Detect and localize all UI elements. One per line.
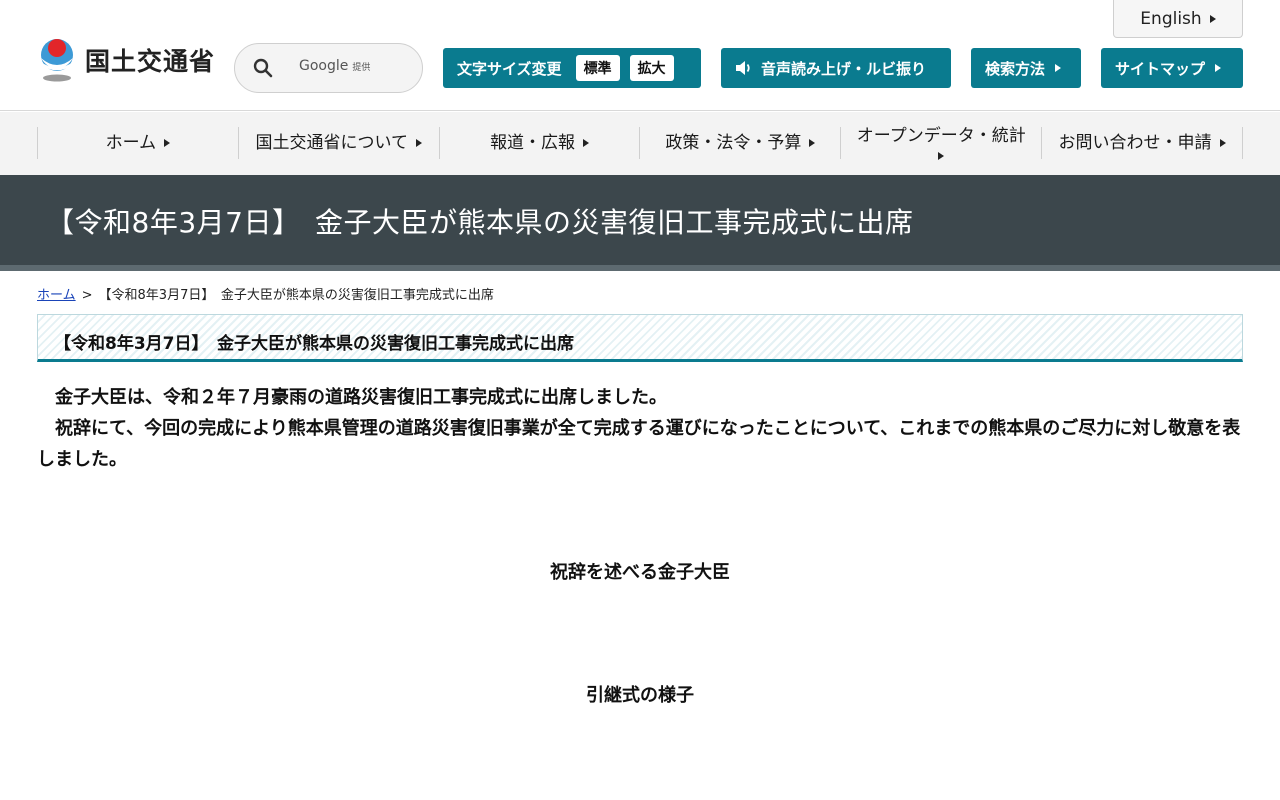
arrow-right-icon: [809, 139, 816, 147]
nav-item-home[interactable]: ホーム: [37, 127, 238, 159]
global-nav-list: ホーム 国土交通省について 報道・広報 政策・法令・予算 オープンデータ・統計 …: [37, 125, 1243, 161]
arrow-right-icon: [1215, 64, 1222, 72]
search-howto-label: 検索方法: [985, 59, 1046, 78]
arrow-right-icon: [1055, 64, 1062, 72]
site-header: English 国土交通省 Google提供 文字サイズ変更 標準 拡大 音声: [0, 0, 1280, 111]
font-size-standard-button[interactable]: 標準: [575, 55, 620, 81]
nav-item-label: 政策・法令・予算: [665, 132, 802, 153]
arrow-right-icon: [1209, 14, 1216, 23]
mlit-logo-icon: [38, 39, 76, 82]
nav-item-about[interactable]: 国土交通省について: [237, 127, 439, 159]
nav-item-policy[interactable]: 政策・法令・予算: [639, 127, 840, 159]
nav-item-contact[interactable]: お問い合わせ・申請: [1041, 127, 1243, 159]
font-size-control: 文字サイズ変更 標準 拡大: [443, 48, 701, 88]
nav-item-press[interactable]: 報道・広報: [438, 127, 640, 159]
photo-caption: 引継式の様子: [586, 685, 694, 706]
search-icon[interactable]: [253, 58, 273, 78]
article-body: 金子大臣は、令和２年７月豪雨の道路災害復旧工事完成式に出席しました。 祝辞にて、…: [37, 382, 1243, 475]
global-nav: ホーム 国土交通省について 報道・広報 政策・法令・予算 オープンデータ・統計 …: [0, 112, 1280, 175]
search-howto-button[interactable]: 検索方法: [971, 48, 1081, 88]
breadcrumb-home-link[interactable]: ホーム: [37, 288, 76, 303]
speaker-icon: [736, 61, 750, 75]
nav-item-label: オープンデータ・統計: [856, 125, 1026, 146]
nav-item-label: お問い合わせ・申請: [1058, 132, 1212, 153]
article-heading-box: 【令和8年3月7日】 金子大臣が熊本県の災害復旧工事完成式に出席: [37, 314, 1243, 362]
voice-ruby-label: 音声読み上げ・ルビ振り: [761, 59, 927, 78]
logo-text: 国土交通省: [85, 47, 216, 76]
article-paragraph: 金子大臣は、令和２年７月豪雨の道路災害復旧工事完成式に出席しました。: [55, 387, 667, 408]
font-size-large-button[interactable]: 拡大: [629, 55, 674, 81]
search-input[interactable]: [299, 60, 389, 76]
breadcrumb-current: 【令和8年3月7日】 金子大臣が熊本県の災害復旧工事完成式に出席: [98, 288, 494, 303]
arrow-right-icon: [583, 139, 590, 147]
arrow-right-icon: [938, 152, 945, 161]
nav-item-label: ホーム: [105, 132, 157, 153]
page-title: 【令和8年3月7日】 金子大臣が熊本県の災害復旧工事完成式に出席: [46, 206, 914, 239]
site-logo[interactable]: 国土交通省: [37, 38, 215, 82]
breadcrumb-separator: >: [81, 288, 93, 303]
site-search[interactable]: [234, 43, 423, 93]
english-label: English: [1140, 8, 1202, 29]
english-button[interactable]: English: [1113, 0, 1243, 38]
photo-caption: 祝辞を述べる金子大臣: [550, 562, 730, 583]
article-heading: 【令和8年3月7日】 金子大臣が熊本県の災害復旧工事完成式に出席: [54, 334, 574, 354]
page-title-band: 【令和8年3月7日】 金子大臣が熊本県の災害復旧工事完成式に出席: [0, 175, 1280, 265]
font-size-label: 文字サイズ変更: [457, 59, 562, 78]
nav-item-label: 報道・広報: [490, 132, 576, 153]
arrow-right-icon: [164, 139, 171, 147]
title-band-divider: [0, 265, 1280, 271]
sitemap-label: サイトマップ: [1115, 59, 1206, 78]
article-paragraph: 祝辞にて、今回の完成により熊本県管理の道路災害復旧事業が全て完成する運びになった…: [37, 418, 1241, 470]
breadcrumb: ホーム > 【令和8年3月7日】 金子大臣が熊本県の災害復旧工事完成式に出席: [37, 284, 494, 303]
nav-item-label: 国土交通省について: [255, 132, 408, 153]
sitemap-button[interactable]: サイトマップ: [1101, 48, 1243, 88]
voice-ruby-button[interactable]: 音声読み上げ・ルビ振り: [721, 48, 951, 88]
arrow-right-icon: [415, 139, 422, 147]
nav-item-opendata[interactable]: オープンデータ・統計: [840, 125, 1041, 161]
arrow-right-icon: [1219, 139, 1226, 147]
